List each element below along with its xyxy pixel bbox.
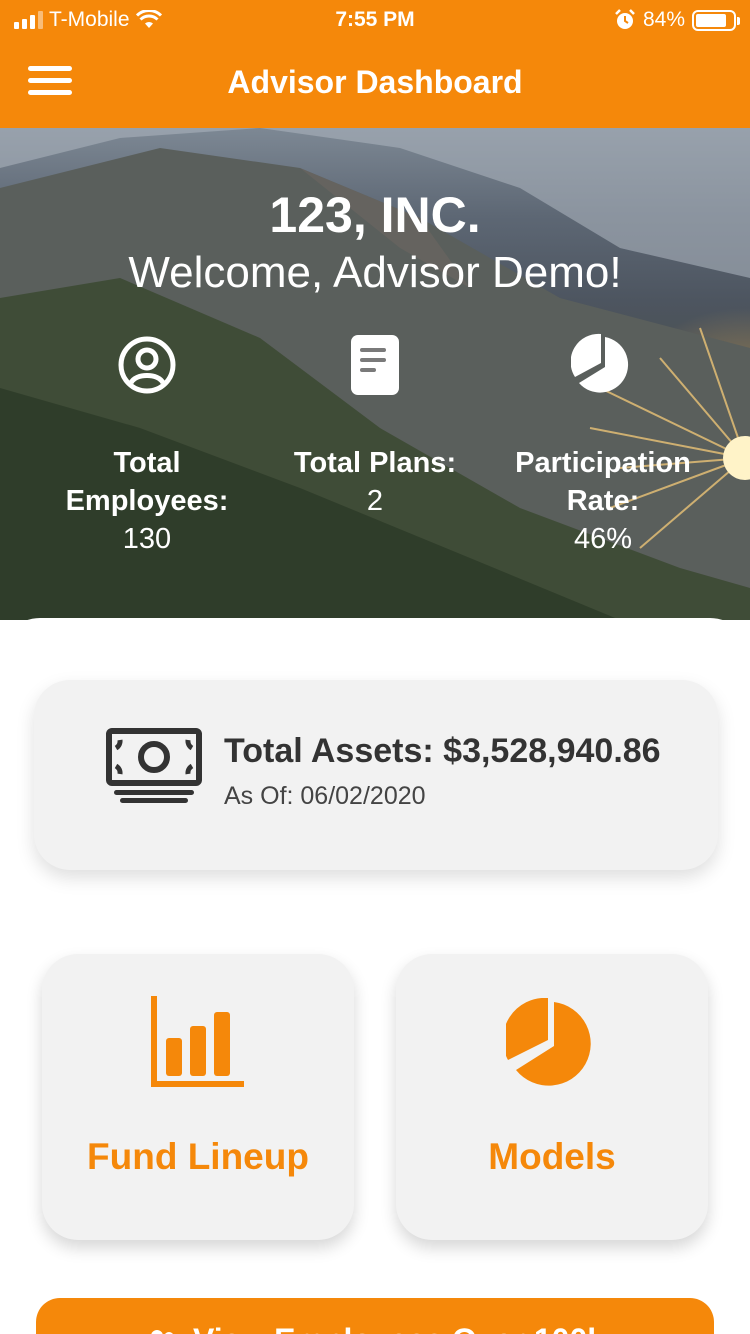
fund-lineup-button[interactable]: Fund Lineup bbox=[42, 954, 354, 1240]
page-title: Advisor Dashboard bbox=[227, 64, 523, 100]
document-icon bbox=[260, 334, 490, 396]
models-label: Models bbox=[488, 1136, 616, 1177]
stat-label: Total Employees: bbox=[65, 447, 229, 517]
users-icon bbox=[151, 1329, 174, 1334]
stat-value: 130 bbox=[122, 523, 172, 555]
content-sheet: Total Assets: $3,528,940.86 As Of: 06/02… bbox=[0, 618, 750, 1334]
battery-percent: 84% bbox=[642, 8, 685, 31]
stat-total-plans: Total Plans: 2 bbox=[260, 334, 490, 520]
stat-value: 46% bbox=[573, 523, 633, 555]
view-employees-label: View Employees Over 100k bbox=[193, 1322, 605, 1334]
fund-lineup-label: Fund Lineup bbox=[87, 1136, 309, 1177]
nav-bar: Advisor Dashboard bbox=[0, 40, 750, 128]
battery-icon bbox=[692, 9, 740, 31]
total-assets-card: Total Assets: $3,528,940.86 As Of: 06/02… bbox=[34, 680, 718, 870]
pie-chart-icon bbox=[396, 998, 708, 1090]
stat-label: Total Plans: bbox=[293, 447, 457, 479]
stat-label: Participation Rate: bbox=[515, 447, 691, 517]
status-right: 84% bbox=[614, 8, 740, 32]
view-employees-button[interactable]: View Employees Over 100k bbox=[36, 1298, 714, 1334]
welcome-message: Welcome, Advisor Demo! bbox=[128, 248, 622, 297]
stat-total-employees: Total Employees: 130 bbox=[32, 334, 262, 558]
bar-chart-icon bbox=[42, 994, 354, 1090]
pie-chart-icon bbox=[488, 333, 718, 396]
money-bill-icon bbox=[106, 728, 202, 809]
user-circle-icon bbox=[32, 334, 262, 396]
assets-as-of-date: As Of: 06/02/2020 bbox=[224, 782, 426, 810]
company-name: 123, INC. bbox=[269, 187, 481, 243]
total-assets-value: Total Assets: $3,528,940.86 bbox=[224, 732, 661, 770]
hero-banner: 123, INC. Welcome, Advisor Demo! Total E… bbox=[0, 128, 750, 620]
view-employees-inner: View Employees Over 100k bbox=[36, 1322, 714, 1334]
alarm-icon bbox=[615, 9, 635, 29]
status-bar: T-Mobile 7:55 PM 84% bbox=[0, 0, 750, 40]
stat-value: 2 bbox=[366, 485, 384, 517]
battery-fill bbox=[696, 13, 727, 27]
hero-content: 123, INC. Welcome, Advisor Demo! Total E… bbox=[0, 128, 750, 620]
models-button[interactable]: Models bbox=[396, 954, 708, 1240]
stat-participation-rate: Participation Rate: 46% bbox=[488, 333, 718, 558]
